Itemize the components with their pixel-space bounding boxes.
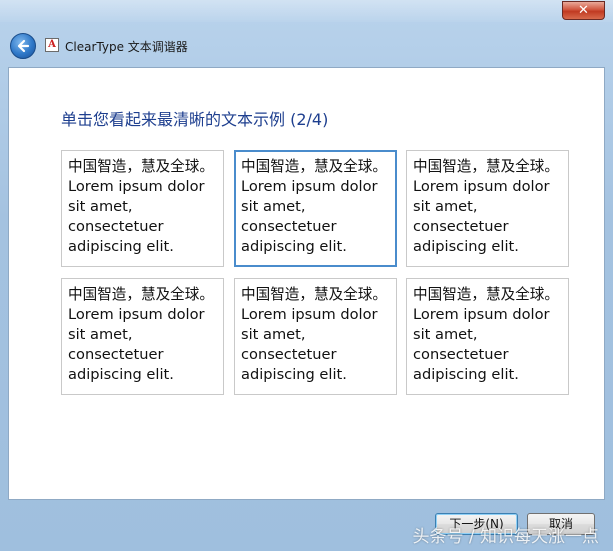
sample-latin-text: Lorem ipsum dolor sit amet, consectetuer…: [68, 306, 205, 383]
sample-chinese-text: 中国智造，慧及全球。: [241, 286, 387, 303]
watermark: 头条号 / 知识每天涨一点: [412, 527, 599, 547]
sample-chinese-text: 中国智造，慧及全球。: [68, 286, 214, 303]
sample-latin-text: Lorem ipsum dolor sit amet, consectetuer…: [241, 306, 378, 383]
page-title: 单击您看起来最清晰的文本示例 (2/4): [61, 110, 329, 129]
content-panel: 单击您看起来最清晰的文本示例 (2/4) 中国智造，慧及全球。 Lorem ip…: [8, 67, 605, 500]
text-sample-3[interactable]: 中国智造，慧及全球。 Lorem ipsum dolor sit amet, c…: [406, 150, 569, 267]
sample-chinese-text: 中国智造，慧及全球。: [241, 158, 387, 175]
back-button[interactable]: [10, 33, 36, 59]
back-arrow-icon: [17, 39, 30, 53]
cleartype-app-icon: A: [45, 38, 59, 52]
close-button[interactable]: ✕: [562, 1, 605, 20]
text-sample-4[interactable]: 中国智造，慧及全球。 Lorem ipsum dolor sit amet, c…: [61, 278, 224, 395]
sample-chinese-text: 中国智造，慧及全球。: [413, 286, 559, 303]
sample-latin-text: Lorem ipsum dolor sit amet, consectetuer…: [413, 306, 550, 383]
close-icon: ✕: [578, 3, 589, 18]
navigation-header: A ClearType 文本调谐器: [8, 30, 605, 60]
sample-latin-text: Lorem ipsum dolor sit amet, consectetuer…: [68, 178, 205, 255]
sample-chinese-text: 中国智造，慧及全球。: [413, 158, 559, 175]
title-bar: [0, 0, 613, 22]
text-sample-1[interactable]: 中国智造，慧及全球。 Lorem ipsum dolor sit amet, c…: [61, 150, 224, 267]
text-sample-2[interactable]: 中国智造，慧及全球。 Lorem ipsum dolor sit amet, c…: [234, 150, 397, 267]
sample-chinese-text: 中国智造，慧及全球。: [68, 158, 214, 175]
text-sample-5[interactable]: 中国智造，慧及全球。 Lorem ipsum dolor sit amet, c…: [234, 278, 397, 395]
sample-latin-text: Lorem ipsum dolor sit amet, consectetuer…: [241, 178, 378, 255]
window-title: ClearType 文本调谐器: [65, 40, 188, 54]
sample-latin-text: Lorem ipsum dolor sit amet, consectetuer…: [413, 178, 550, 255]
window-frame: ✕ A ClearType 文本调谐器 单击您看起来最清晰的文本示例 (2/4)…: [0, 0, 613, 551]
text-sample-6[interactable]: 中国智造，慧及全球。 Lorem ipsum dolor sit amet, c…: [406, 278, 569, 395]
